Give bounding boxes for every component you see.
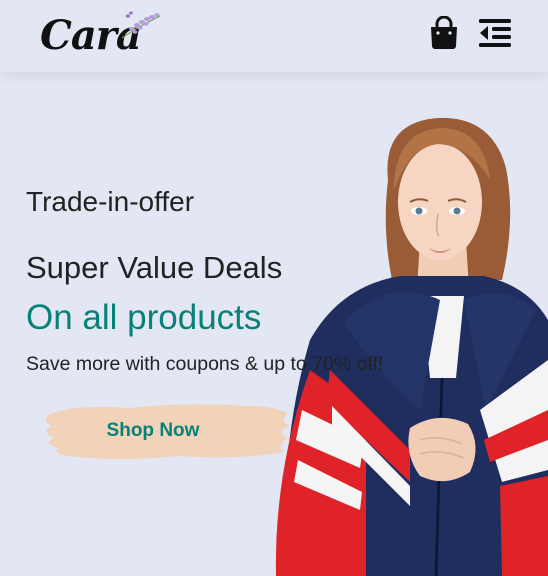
hero-eyebrow: Trade-in-offer [26,186,195,217]
hero-highlight: On all products [26,298,262,337]
shopping-bag-icon[interactable] [428,16,460,50]
hero-description: Save more with coupons & up to 70% off! [26,353,384,375]
site-header: Cara [0,0,548,72]
shop-now-button[interactable]: Shop Now [38,398,294,464]
hero-heading: Super Value Deals [26,250,283,285]
shop-now-label: Shop Now [106,420,200,441]
lavender-sprig-icon [121,11,161,39]
menu-icon[interactable] [478,18,512,48]
logo[interactable]: Cara [40,4,170,64]
hero-model-image [275,117,548,576]
